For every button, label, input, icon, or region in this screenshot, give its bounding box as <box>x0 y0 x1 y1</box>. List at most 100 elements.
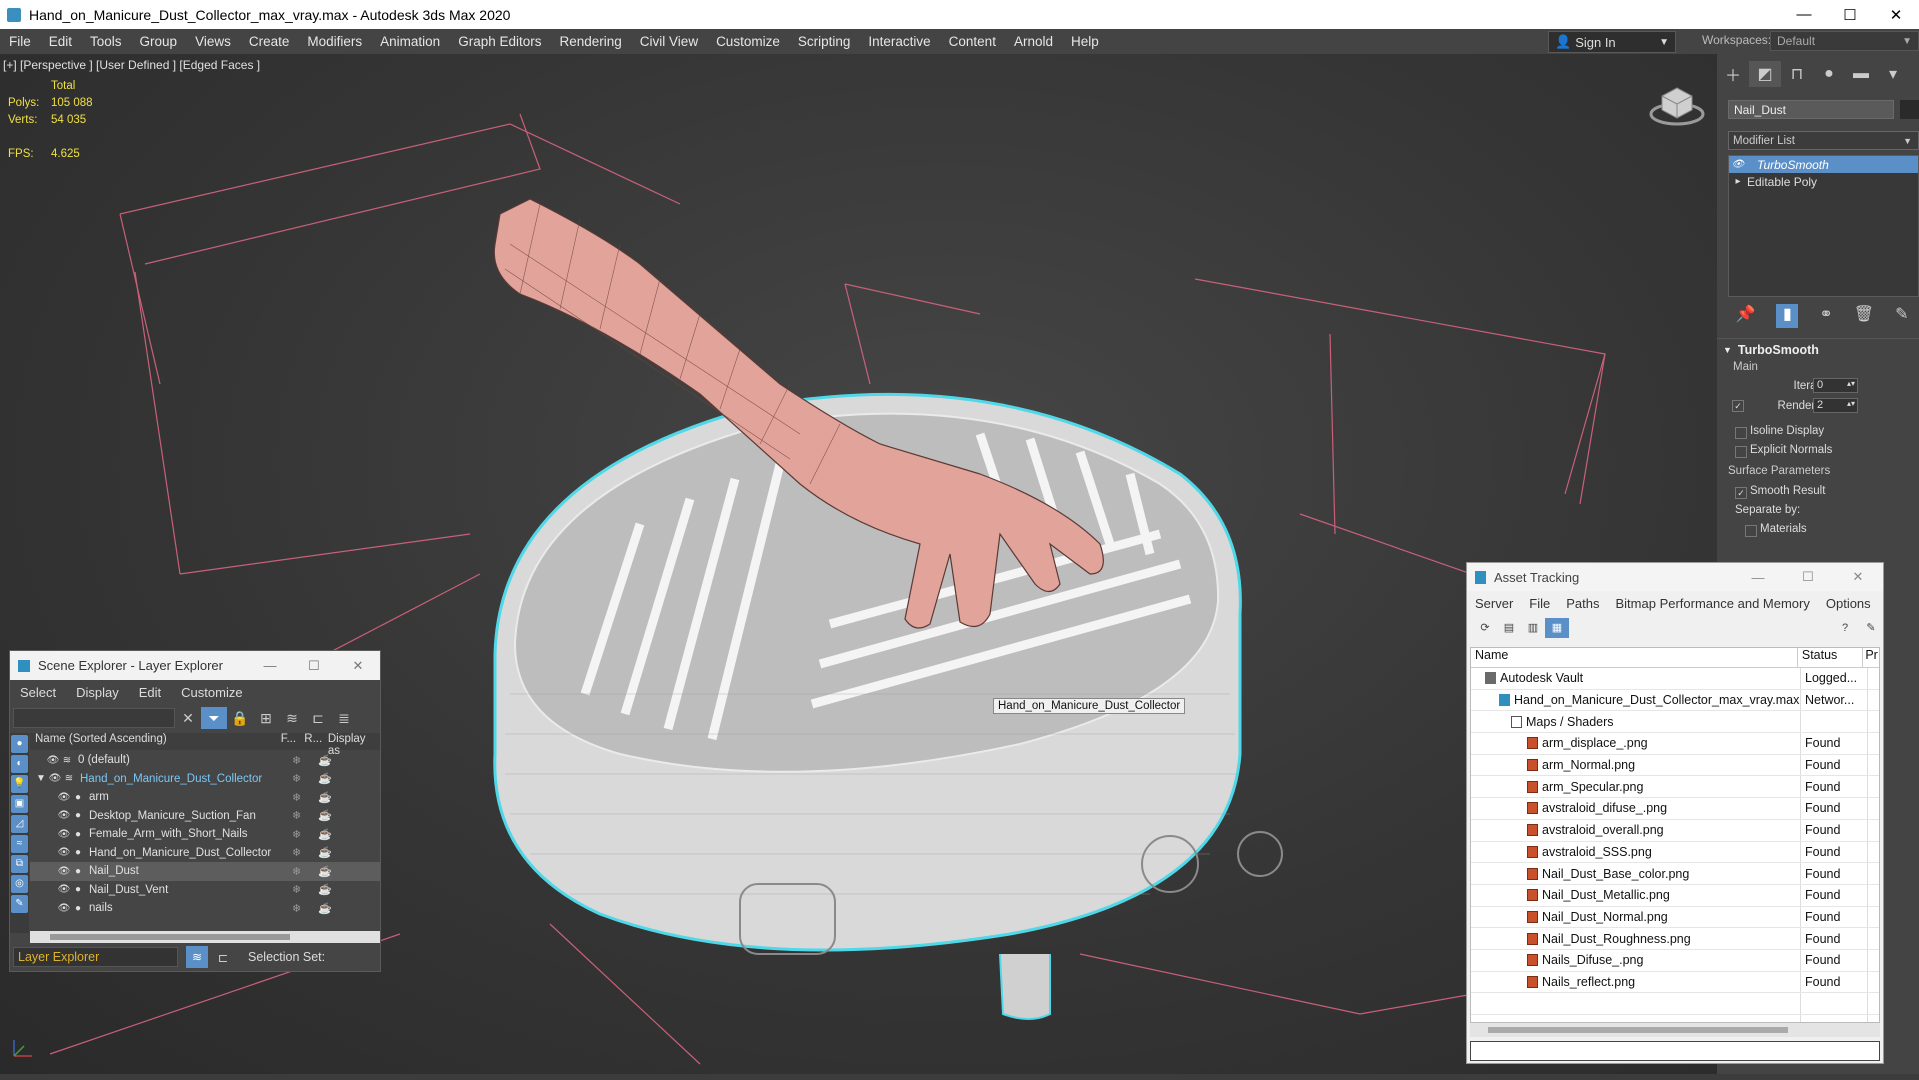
render-iters-checkbox[interactable]: ✓ <box>1732 400 1744 412</box>
display-helpers-icon[interactable]: ◿ <box>11 815 28 833</box>
column-frozen[interactable]: F... <box>281 733 305 750</box>
list-item[interactable]: 👁 ● nails ❄ ☕ <box>30 899 380 918</box>
freeze-icon[interactable]: ❄ <box>292 846 301 859</box>
se-menu-customize[interactable]: Customize <box>171 685 252 700</box>
eye-icon[interactable]: 👁 <box>57 866 71 877</box>
minimize-button[interactable]: — <box>1781 0 1827 29</box>
column-name[interactable]: Name <box>1471 648 1798 667</box>
display-lights-icon[interactable]: 💡 <box>11 775 28 793</box>
hierarchy-view-icon[interactable]: ⊏ <box>212 950 234 965</box>
menu-customize[interactable]: Customize <box>707 34 789 49</box>
sign-in-dropdown[interactable]: 👤 Sign In ▼ <box>1548 31 1676 53</box>
se-menu-edit[interactable]: Edit <box>129 685 171 700</box>
scene-explorer-titlebar[interactable]: Scene Explorer - Layer Explorer — ☐ ✕ <box>10 651 380 680</box>
menu-help[interactable]: Help <box>1062 34 1108 49</box>
renderable-icon[interactable]: ☕ <box>318 809 332 822</box>
renderable-icon[interactable]: ☕ <box>318 865 332 878</box>
lock-icon[interactable]: 🔒 <box>227 710 253 727</box>
table-row[interactable]: Hand_on_Manicure_Dust_Collector_max_vray… <box>1471 689 1879 712</box>
display-spacewarps-icon[interactable]: ≈ <box>11 835 28 853</box>
hierarchy-tab-icon[interactable]: ⊓ <box>1781 61 1813 87</box>
maximize-button[interactable]: ☐ <box>1783 563 1833 591</box>
remove-modifier-icon[interactable]: 🗑 <box>1854 304 1874 328</box>
configure-sets-icon[interactable]: ✎ <box>1895 304 1908 328</box>
renderable-icon[interactable]: ☕ <box>318 846 332 859</box>
utilities-tab-icon[interactable]: ▾ <box>1877 61 1909 87</box>
table-row[interactable]: avstraloid_SSS.png Found <box>1471 841 1879 864</box>
eye-icon[interactable]: 👁 <box>57 903 71 914</box>
eye-icon[interactable]: 👁 <box>46 755 60 766</box>
eye-icon[interactable]: 👁 <box>57 792 71 803</box>
layers-icon[interactable]: ≋ <box>279 710 305 727</box>
viewcube-icon[interactable] <box>1648 80 1706 128</box>
list-item[interactable]: 👁 ● Hand_on_Manicure_Dust_Collector ❄ ☕ <box>30 844 380 863</box>
column-render[interactable]: R... <box>304 733 328 750</box>
object-color-swatch[interactable] <box>1900 100 1919 119</box>
menu-graph-editors[interactable]: Graph Editors <box>449 34 550 49</box>
table-row[interactable]: Nail_Dust_Roughness.png Found <box>1471 928 1879 950</box>
make-unique-icon[interactable]: ⚭ <box>1819 304 1832 328</box>
smooth-result-checkbox[interactable]: ✓ <box>1735 487 1747 499</box>
table-row[interactable]: Autodesk Vault Logged... <box>1471 668 1879 690</box>
menu-arnold[interactable]: Arnold <box>1005 34 1062 49</box>
menu-content[interactable]: Content <box>940 34 1005 49</box>
table-row[interactable]: Maps / Shaders <box>1471 711 1879 734</box>
viewport-label[interactable]: [+] [Perspective ] [User Defined ] [Edge… <box>3 58 260 72</box>
column-status[interactable]: Status <box>1798 648 1864 667</box>
at-menu-file[interactable]: File <box>1521 596 1558 611</box>
motion-tab-icon[interactable]: ● <box>1813 61 1845 87</box>
horizontal-scrollbar[interactable] <box>1470 1023 1880 1037</box>
list-item[interactable]: ▼ 👁 ≋ Hand_on_Manicure_Dust_Collector ❄ ☕ <box>30 770 380 789</box>
menu-tools[interactable]: Tools <box>81 34 131 49</box>
scrollbar-thumb[interactable] <box>1488 1027 1788 1033</box>
table-row[interactable]: avstraloid_overall.png Found <box>1471 819 1879 842</box>
maximize-button[interactable]: ☐ <box>292 651 336 680</box>
stack-item-turbosmooth[interactable]: 👁 TurboSmooth <box>1729 156 1918 173</box>
layer-explorer-icon[interactable]: ≋ <box>186 946 208 968</box>
renderable-icon[interactable]: ☕ <box>318 754 332 767</box>
freeze-icon[interactable]: ❄ <box>292 754 301 767</box>
menu-file[interactable]: File <box>0 34 40 49</box>
clear-search-icon[interactable]: ✕ <box>175 710 201 727</box>
eye-icon[interactable]: 👁 <box>57 829 71 840</box>
materials-checkbox[interactable] <box>1745 525 1757 537</box>
table-row[interactable]: arm_displace_.png Found <box>1471 733 1879 755</box>
minimize-button[interactable]: — <box>248 651 292 680</box>
table-row[interactable]: Nails_reflect.png Found <box>1471 971 1879 994</box>
eye-icon[interactable]: 👁 <box>57 847 71 858</box>
renderable-icon[interactable]: ☕ <box>318 772 332 785</box>
menu-create[interactable]: Create <box>240 34 299 49</box>
close-button[interactable]: ✕ <box>1833 563 1883 591</box>
table-row[interactable]: avstraloid_difuse_.png Found <box>1471 798 1879 820</box>
eye-icon[interactable]: 👁 <box>57 810 71 821</box>
search-input[interactable] <box>13 708 175 728</box>
help-icon[interactable]: ? <box>1831 618 1859 638</box>
display-groups-icon[interactable]: ⧉ <box>11 855 28 873</box>
maximize-button[interactable]: ☐ <box>1827 0 1873 29</box>
list-item[interactable]: 👁 ● arm ❄ ☕ <box>30 788 380 807</box>
display-cameras-icon[interactable]: ▣ <box>11 795 28 813</box>
menu-animation[interactable]: Animation <box>371 34 449 49</box>
at-menu-options[interactable]: Options <box>1818 596 1879 611</box>
minimize-button[interactable]: — <box>1733 563 1783 591</box>
menu-interactive[interactable]: Interactive <box>859 34 939 49</box>
iterations-spinner[interactable]: 0 <box>1813 378 1858 393</box>
close-button[interactable]: ✕ <box>336 651 380 680</box>
at-menu-server[interactable]: Server <box>1467 596 1521 611</box>
menu-edit[interactable]: Edit <box>40 34 81 49</box>
horizontal-scrollbar[interactable] <box>30 931 380 943</box>
list-item[interactable]: 👁 ● Female_Arm_with_Short_Nails ❄ ☕ <box>30 825 380 844</box>
table-row[interactable]: Nail_Dust_Base_color.png Found <box>1471 863 1879 885</box>
create-tab-icon[interactable]: ＋ <box>1717 61 1749 87</box>
asset-tracking-titlebar[interactable]: Asset Tracking — ☐ ✕ <box>1467 563 1883 591</box>
renderable-icon[interactable]: ☕ <box>318 883 332 896</box>
menu-rendering[interactable]: Rendering <box>551 34 631 49</box>
menu-scripting[interactable]: Scripting <box>789 34 860 49</box>
scrollbar-thumb[interactable] <box>50 934 290 940</box>
table-row[interactable]: arm_Specular.png Found <box>1471 776 1879 799</box>
menu-views[interactable]: Views <box>186 34 240 49</box>
new-layer-icon[interactable]: ⊞ <box>253 710 279 727</box>
filter-icon[interactable]: ⏷ <box>201 707 227 729</box>
modify-tab-icon[interactable]: ◩ <box>1749 61 1781 87</box>
display-shapes-icon[interactable]: ◐ <box>11 755 28 773</box>
